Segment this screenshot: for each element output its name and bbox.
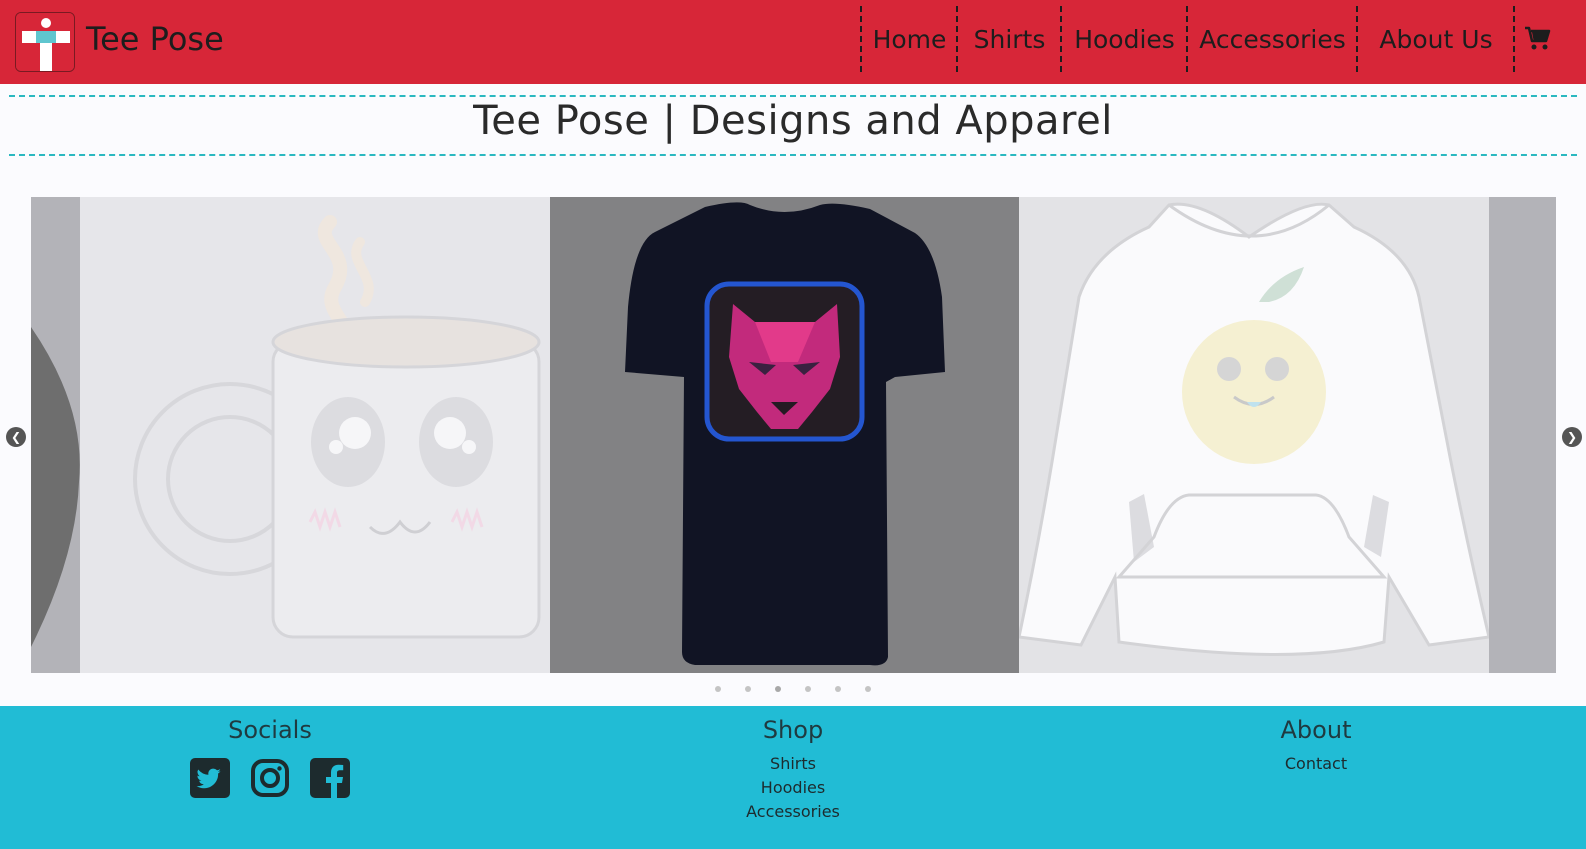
product-carousel[interactable]	[31, 197, 1556, 673]
carousel-dot-1[interactable]	[715, 686, 721, 692]
carousel-dots	[0, 686, 1586, 692]
tshirt-image	[625, 202, 945, 666]
site-header: Tee Pose Home Shirts Hoodies Accessories…	[0, 0, 1586, 84]
slide-tshirt[interactable]	[550, 197, 1019, 673]
footer-about: About Contact	[1166, 716, 1466, 776]
page-title: Tee Pose | Designs and Apparel	[473, 98, 1113, 144]
nav-home[interactable]: Home	[860, 6, 957, 72]
carousel-dot-5[interactable]	[835, 686, 841, 692]
carousel-dot-3[interactable]	[775, 686, 781, 692]
footer-link-accessories[interactable]: Accessories	[643, 800, 943, 824]
carousel-prev-button[interactable]: ❮	[6, 427, 26, 447]
carousel-next-button[interactable]: ❯	[1562, 427, 1582, 447]
title-rule-bottom	[9, 154, 1577, 156]
footer-shop-heading: Shop	[762, 716, 824, 744]
shopping-cart-icon	[1525, 26, 1551, 50]
nav-hoodies[interactable]: Hoodies	[1060, 6, 1187, 72]
slide-hoodie[interactable]	[1019, 197, 1489, 673]
footer-socials: Socials	[120, 716, 420, 798]
nav-about-us[interactable]: About Us	[1356, 6, 1514, 72]
footer-shop: Shop Shirts Hoodies Accessories	[643, 716, 943, 824]
hoodie-image	[1019, 202, 1489, 656]
footer-link-contact[interactable]: Contact	[1166, 752, 1466, 776]
nav-accessories[interactable]: Accessories	[1186, 6, 1357, 72]
footer-link-hoodies[interactable]: Hoodies	[643, 776, 943, 800]
carousel-dot-4[interactable]	[805, 686, 811, 692]
instagram-icon[interactable]	[250, 758, 290, 798]
carousel-dot-2[interactable]	[745, 686, 751, 692]
cart-button[interactable]	[1513, 6, 1561, 72]
nav-shirts[interactable]: Shirts	[956, 6, 1061, 72]
mug-image	[133, 215, 541, 639]
logo-icon[interactable]	[15, 12, 75, 72]
twitter-icon[interactable]	[190, 758, 230, 798]
carousel-dot-6[interactable]	[865, 686, 871, 692]
site-footer: Socials Shop Shirts Hoodies Accessories …	[0, 706, 1586, 849]
slide-mug[interactable]	[80, 197, 550, 673]
facebook-icon[interactable]	[310, 758, 350, 798]
slide-partial-left	[31, 197, 80, 673]
footer-link-shirts[interactable]: Shirts	[643, 752, 943, 776]
footer-socials-heading: Socials	[228, 716, 312, 744]
chevron-left-icon: ❮	[10, 430, 22, 444]
brand-name[interactable]: Tee Pose	[86, 20, 224, 58]
title-rule-top	[9, 95, 1577, 97]
footer-about-heading: About	[1280, 716, 1352, 744]
slide-partial-right	[1489, 197, 1556, 673]
chevron-right-icon: ❯	[1566, 430, 1578, 444]
